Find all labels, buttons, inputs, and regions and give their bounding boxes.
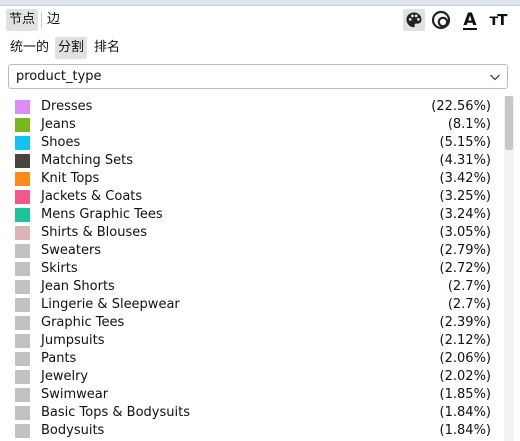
legend-percent: (3.42%) <box>439 171 491 186</box>
legend-label: Dresses <box>41 99 93 114</box>
legend-row[interactable]: Graphic Tees (2.39%) <box>0 314 500 332</box>
color-swatch[interactable] <box>15 208 30 222</box>
color-swatch[interactable] <box>15 190 30 204</box>
legend-label: Basic Tops & Bodysuits <box>41 405 190 420</box>
legend-percent: (1.84%) <box>439 423 491 438</box>
legend-row[interactable]: Bodysuits (1.84%) <box>0 422 500 440</box>
legend-row[interactable]: Dresses (22.56%) <box>0 98 500 116</box>
legend-label: Mens Graphic Tees <box>41 207 163 222</box>
legend-label: Knit Tops <box>41 171 100 186</box>
color-swatch[interactable] <box>15 352 30 366</box>
color-swatch[interactable] <box>15 298 30 312</box>
legend-label: Lingerie & Sleepwear <box>41 297 180 312</box>
legend-label: Jean Shorts <box>41 279 115 294</box>
legend-row[interactable]: Jackets & Coats (3.25%) <box>0 188 500 206</box>
legend-label: Swimwear <box>41 387 109 402</box>
legend-row[interactable]: Shoes (5.15%) <box>0 134 500 152</box>
tab-ranking[interactable]: 排名 <box>91 37 123 59</box>
legend-percent: (2.02%) <box>439 369 491 384</box>
legend-percent: (4.31%) <box>439 153 491 168</box>
color-swatch[interactable] <box>15 244 30 258</box>
font-color-icon[interactable]: A <box>459 9 481 31</box>
color-swatch[interactable] <box>15 118 30 132</box>
chevron-down-icon <box>490 74 500 81</box>
font-color-underline <box>463 28 477 30</box>
legend-row[interactable]: Skirts (2.72%) <box>0 260 500 278</box>
tab-unified[interactable]: 统一的 <box>7 37 52 59</box>
legend-percent: (2.79%) <box>439 243 491 258</box>
legend-percent: (3.05%) <box>439 225 491 240</box>
header-row: 节点 边 A ᴛT <box>0 6 520 34</box>
color-swatch[interactable] <box>15 262 30 276</box>
color-swatch[interactable] <box>15 316 30 330</box>
legend-label: Jackets & Coats <box>41 189 143 204</box>
legend-row[interactable]: Jewelry (2.02%) <box>0 368 500 386</box>
legend-row[interactable]: Jumpsuits (2.12%) <box>0 332 500 350</box>
tab-divider <box>41 11 42 29</box>
legend-row[interactable]: Jean Shorts (2.7%) <box>0 278 500 296</box>
color-swatch[interactable] <box>15 154 30 168</box>
color-swatch[interactable] <box>15 172 30 186</box>
legend-label: Bodysuits <box>41 423 105 438</box>
attribute-select[interactable]: product_type <box>8 64 508 89</box>
legend-percent: (1.85%) <box>439 387 491 402</box>
legend-percent: (22.56%) <box>431 99 491 114</box>
legend-percent: (3.25%) <box>439 189 491 204</box>
legend-row[interactable]: Mens Graphic Tees (3.24%) <box>0 206 500 224</box>
legend-row[interactable]: Shirts & Blouses (3.05%) <box>0 224 500 242</box>
color-swatch[interactable] <box>15 406 30 420</box>
font-size-glyph: ᴛT <box>489 11 508 29</box>
font-size-icon[interactable]: ᴛT <box>487 9 509 31</box>
font-color-glyph: A <box>463 9 477 30</box>
tab-nodes[interactable]: 节点 <box>6 9 39 31</box>
color-swatch[interactable] <box>15 424 30 438</box>
color-swatch[interactable] <box>15 280 30 294</box>
legend-row[interactable]: Pants (2.06%) <box>0 350 500 368</box>
legend-label: Shoes <box>41 135 81 150</box>
legend-row[interactable]: Sweaters (2.79%) <box>0 242 500 260</box>
color-swatch[interactable] <box>15 226 30 240</box>
legend-row[interactable]: Knit Tops (3.42%) <box>0 170 500 188</box>
legend-row[interactable]: Matching Sets (4.31%) <box>0 152 500 170</box>
legend-percent: (3.24%) <box>439 207 491 222</box>
size-icon[interactable] <box>430 9 452 31</box>
color-swatch[interactable] <box>15 334 30 348</box>
legend-label: Pants <box>41 351 77 366</box>
color-swatch[interactable] <box>15 136 30 150</box>
legend-label: Jewelry <box>41 369 89 384</box>
legend-label: Matching Sets <box>41 153 134 168</box>
legend-label: Skirts <box>41 261 78 276</box>
legend-label: Shirts & Blouses <box>41 225 147 240</box>
legend-percent: (1.84%) <box>439 405 491 420</box>
legend-percent: (2.06%) <box>439 351 491 366</box>
tab-partition[interactable]: 分割 <box>55 37 88 59</box>
legend-percent: (5.15%) <box>439 135 491 150</box>
color-swatch[interactable] <box>15 388 30 402</box>
legend-label: Jumpsuits <box>41 333 105 348</box>
legend-percent: (2.12%) <box>439 333 491 348</box>
legend-label: Graphic Tees <box>41 315 125 330</box>
palette-icon[interactable] <box>403 9 425 31</box>
color-swatch[interactable] <box>15 370 30 384</box>
legend-percent: (2.72%) <box>439 261 491 276</box>
legend-row[interactable]: Swimwear (1.85%) <box>0 386 500 404</box>
legend-row[interactable]: Basic Tops & Bodysuits (1.84%) <box>0 404 500 422</box>
partition-legend-list: Dresses (22.56%) Jeans (8.1%) Shoes (5.15%) Ma… <box>0 96 500 441</box>
legend-row[interactable]: Jeans (8.1%) <box>0 116 500 134</box>
legend-label: Jeans <box>41 117 76 132</box>
legend-row[interactable]: Lingerie & Sleepwear (2.7%) <box>0 296 500 314</box>
legend-percent: (2.7%) <box>447 297 491 312</box>
legend-percent: (2.7%) <box>447 279 491 294</box>
color-swatch[interactable] <box>15 100 30 114</box>
legend-percent: (2.39%) <box>439 315 491 330</box>
scrollbar-thumb[interactable] <box>505 96 513 150</box>
legend-percent: (8.1%) <box>447 117 491 132</box>
color-mode-tabs: 统一的 分割 排名 <box>0 36 520 60</box>
legend-label: Sweaters <box>41 243 102 258</box>
attribute-select-value: product_type <box>16 69 102 84</box>
tab-edges[interactable]: 边 <box>44 9 63 31</box>
scrollbar[interactable] <box>504 96 514 441</box>
